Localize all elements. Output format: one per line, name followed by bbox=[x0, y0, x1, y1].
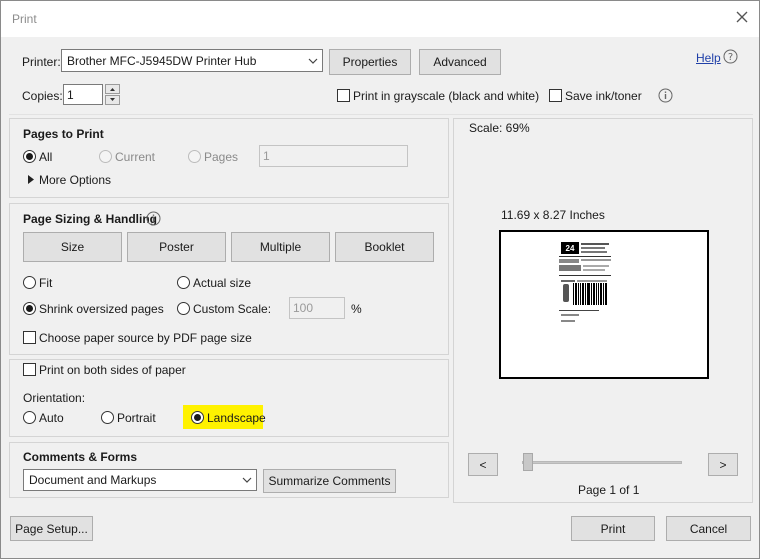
poster-tab[interactable]: Poster bbox=[127, 232, 226, 262]
auto-orientation-label: Auto bbox=[39, 411, 64, 425]
fit-label: Fit bbox=[39, 276, 53, 290]
copies-input[interactable]: 1 bbox=[63, 84, 103, 105]
pages-range-value: 1 bbox=[263, 149, 270, 163]
summarize-comments-button[interactable]: Summarize Comments bbox=[263, 469, 396, 493]
cancel-button[interactable]: Cancel bbox=[666, 516, 751, 541]
comments-forms-heading: Comments & Forms bbox=[23, 450, 138, 464]
landscape-radio[interactable] bbox=[191, 411, 204, 424]
save-ink-checkbox[interactable] bbox=[549, 89, 562, 102]
print-button[interactable]: Print bbox=[571, 516, 655, 541]
separator bbox=[9, 114, 753, 115]
actual-size-label: Actual size bbox=[193, 276, 252, 290]
chevron-down-icon bbox=[242, 477, 252, 483]
comments-forms-select[interactable]: Document and Markups bbox=[23, 469, 257, 491]
barcode bbox=[573, 283, 607, 305]
triangle-right-icon[interactable] bbox=[27, 175, 35, 184]
print-dialog: Print Printer: Brother MFC-J5945DW Print… bbox=[0, 0, 760, 559]
current-page-radio[interactable] bbox=[99, 150, 112, 163]
page-sizing-heading: Page Sizing & Handling bbox=[23, 212, 158, 226]
page-preview: 24 bbox=[499, 230, 709, 379]
custom-scale-radio[interactable] bbox=[177, 302, 190, 315]
info-icon[interactable] bbox=[146, 211, 161, 226]
copies-decrement-button[interactable] bbox=[105, 95, 120, 105]
shrink-oversized-radio[interactable] bbox=[23, 302, 36, 315]
printer-select-value: Brother MFC-J5945DW Printer Hub bbox=[67, 53, 257, 68]
help-link[interactable]: Help bbox=[696, 51, 721, 65]
svg-text:?: ? bbox=[728, 52, 733, 63]
size-tab[interactable]: Size bbox=[23, 232, 122, 262]
save-ink-label: Save ink/toner bbox=[565, 89, 642, 103]
chevron-down-icon bbox=[110, 98, 115, 101]
title-bar bbox=[1, 1, 759, 37]
page-setup-button[interactable]: Page Setup... bbox=[10, 516, 93, 541]
more-options-toggle[interactable]: More Options bbox=[39, 173, 111, 187]
scale-text: Scale: 69% bbox=[469, 121, 530, 135]
auto-orientation-radio[interactable] bbox=[23, 411, 36, 424]
chevron-down-icon bbox=[308, 58, 318, 64]
booklet-tab[interactable]: Booklet bbox=[335, 232, 434, 262]
custom-scale-label: Custom Scale: bbox=[193, 302, 272, 316]
paper-size-text: 11.69 x 8.27 Inches bbox=[501, 208, 605, 222]
custom-scale-value: 100 bbox=[293, 301, 314, 315]
close-icon[interactable] bbox=[734, 9, 750, 25]
grayscale-label: Print in grayscale (black and white) bbox=[353, 89, 540, 103]
grayscale-checkbox[interactable] bbox=[337, 89, 350, 102]
paper-source-label: Choose paper source by PDF page size bbox=[39, 331, 252, 345]
printer-select[interactable]: Brother MFC-J5945DW Printer Hub bbox=[61, 49, 323, 72]
pages-range-input[interactable]: 1 bbox=[259, 145, 408, 167]
previous-page-button[interactable]: < bbox=[468, 453, 498, 476]
all-pages-radio[interactable] bbox=[23, 150, 36, 163]
copies-label: Copies: bbox=[22, 89, 63, 103]
page-indicator: Page 1 of 1 bbox=[578, 483, 640, 497]
page-slider-thumb[interactable] bbox=[523, 453, 533, 471]
page-slider-track[interactable] bbox=[522, 461, 682, 464]
pages-to-print-heading: Pages to Print bbox=[23, 127, 104, 141]
pages-range-radio[interactable] bbox=[188, 150, 201, 163]
properties-button[interactable]: Properties bbox=[329, 49, 411, 75]
advanced-button[interactable]: Advanced bbox=[419, 49, 501, 75]
next-page-button[interactable]: > bbox=[708, 453, 738, 476]
current-page-label: Current bbox=[115, 150, 156, 164]
multiple-tab[interactable]: Multiple bbox=[231, 232, 330, 262]
portrait-radio[interactable] bbox=[101, 411, 114, 424]
fit-radio[interactable] bbox=[23, 276, 36, 289]
landscape-label: Landscape bbox=[207, 411, 266, 425]
all-pages-label: All bbox=[39, 150, 53, 164]
shrink-oversized-label: Shrink oversized pages bbox=[39, 302, 164, 316]
window-title: Print bbox=[12, 12, 37, 26]
copies-value: 1 bbox=[67, 87, 74, 102]
actual-size-radio[interactable] bbox=[177, 276, 190, 289]
comments-forms-select-value: Document and Markups bbox=[29, 473, 157, 487]
printer-label: Printer: bbox=[22, 55, 61, 69]
label-number: 24 bbox=[566, 244, 575, 253]
paper-source-checkbox[interactable] bbox=[23, 331, 36, 344]
copies-increment-button[interactable] bbox=[105, 84, 120, 94]
chevron-up-icon bbox=[110, 88, 115, 91]
info-icon[interactable] bbox=[658, 88, 673, 103]
both-sides-checkbox[interactable] bbox=[23, 363, 36, 376]
orientation-label: Orientation: bbox=[23, 391, 86, 405]
label-thumbnail: 24 bbox=[559, 242, 611, 322]
portrait-label: Portrait bbox=[117, 411, 156, 425]
pages-range-label: Pages bbox=[204, 150, 239, 164]
custom-scale-input[interactable]: 100 bbox=[289, 297, 345, 319]
both-sides-label: Print on both sides of paper bbox=[39, 363, 186, 377]
percent-label: % bbox=[351, 302, 362, 316]
help-icon[interactable]: ? bbox=[723, 49, 738, 64]
